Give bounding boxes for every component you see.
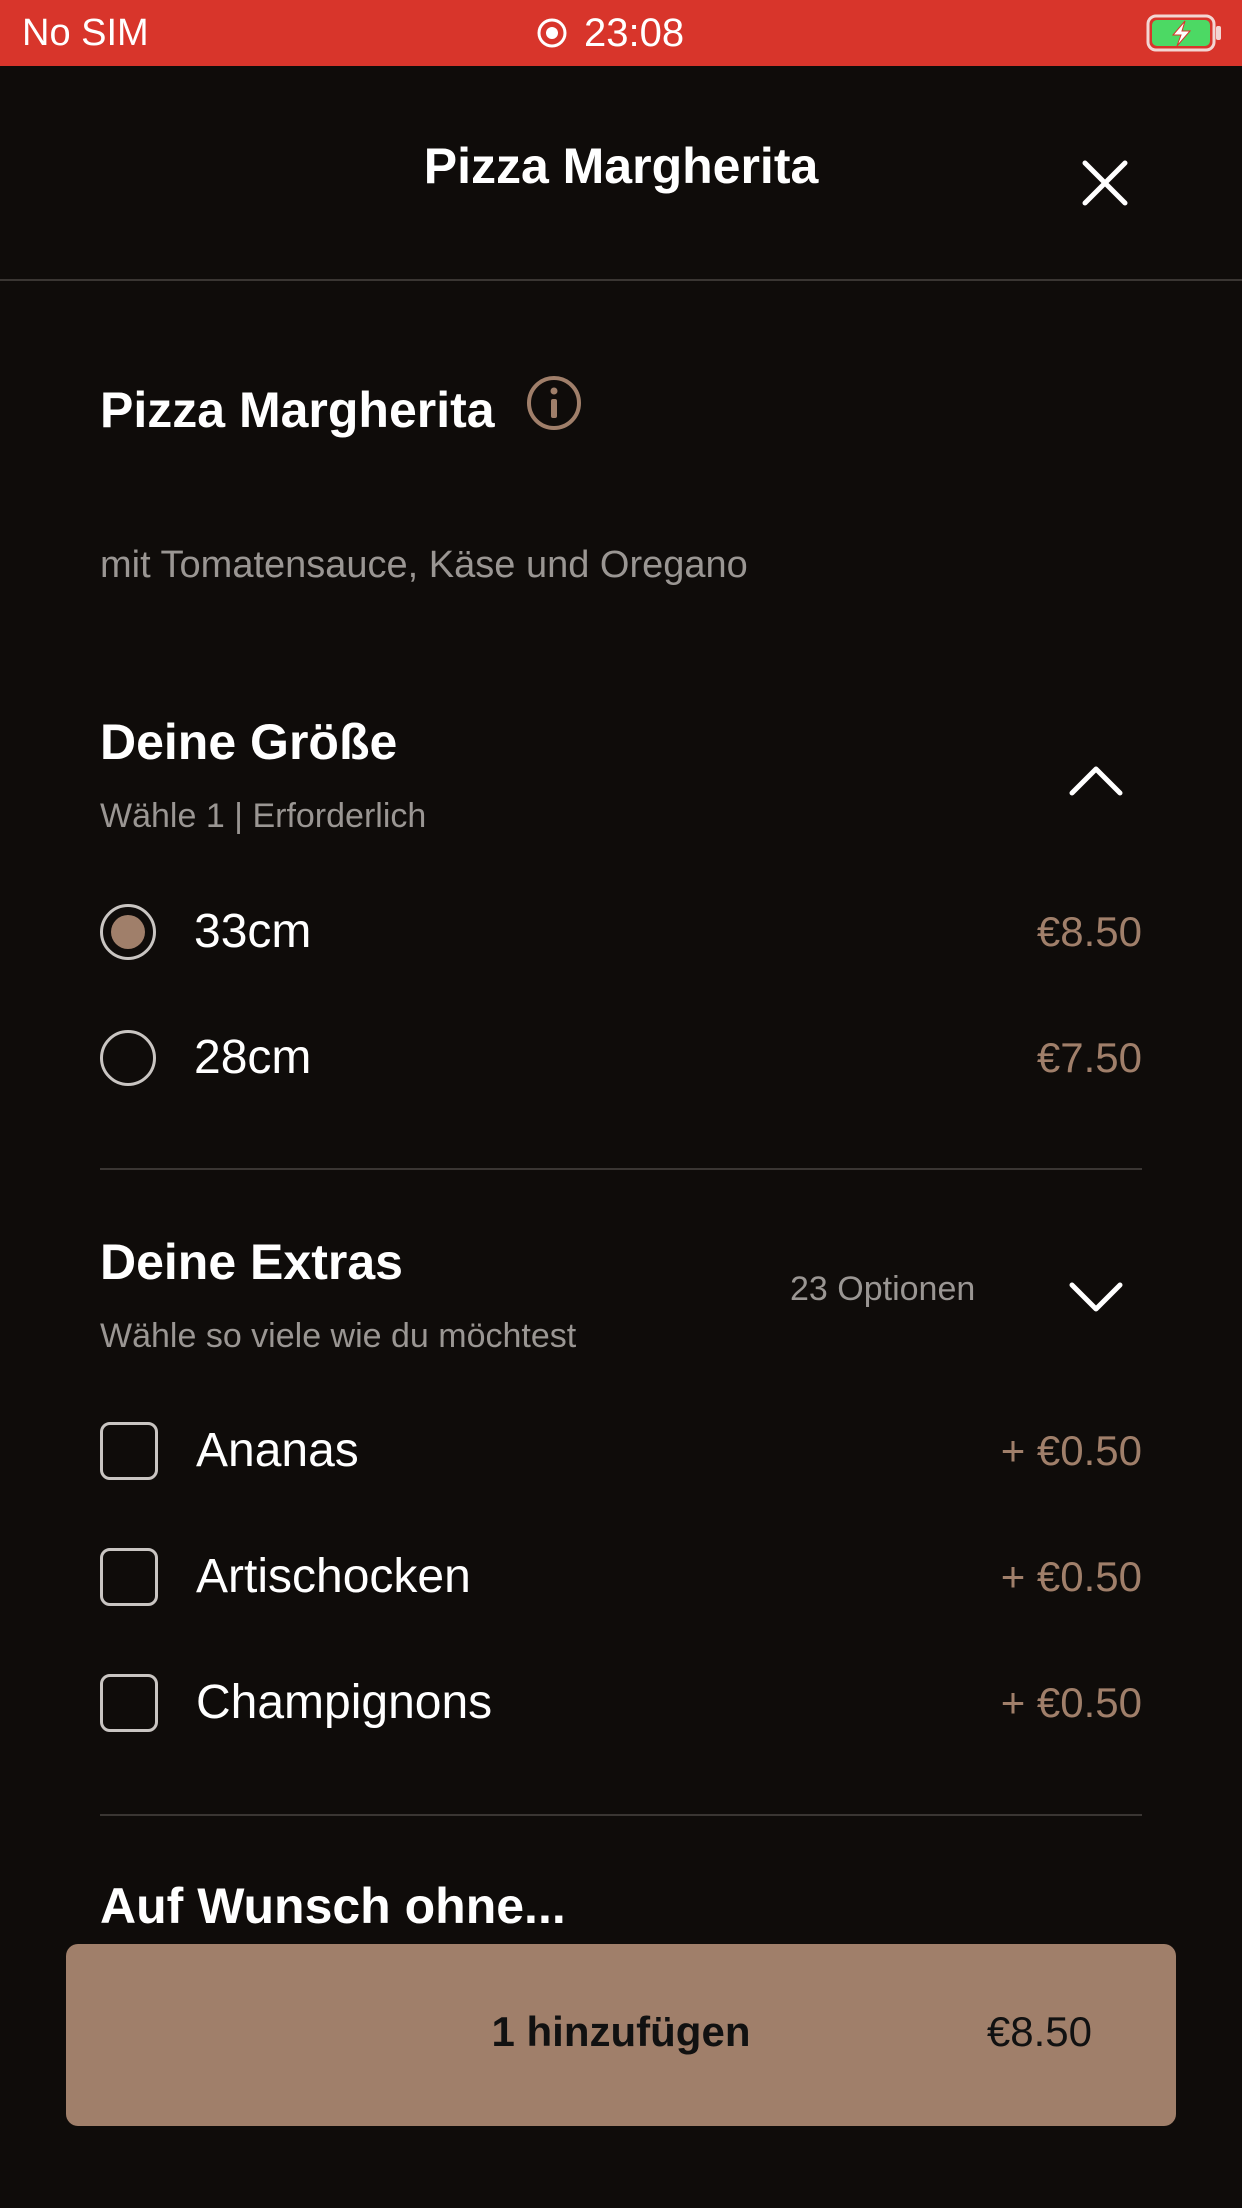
header-title: Pizza Margherita	[423, 138, 819, 194]
option-label: Champignons	[196, 1676, 493, 1729]
without-section-title: Auf Wunsch ohne...	[100, 1878, 566, 1934]
option-label: 33cm	[194, 905, 312, 958]
size-section-toggle[interactable]	[1066, 750, 1126, 810]
checkbox[interactable]	[100, 1674, 158, 1732]
option-price: + €0.50	[1000, 1553, 1142, 1600]
section-divider	[100, 1814, 1142, 1816]
battery-charging-icon	[1146, 13, 1222, 53]
carrier-label: No SIM	[22, 12, 149, 54]
extras-options-count: 23 Optionen	[790, 1270, 976, 1308]
status-time: 23:08	[584, 11, 685, 55]
extras-section-subtitle: Wähle so viele wie du möchtest	[100, 1317, 577, 1355]
status-center: 23:08	[536, 10, 684, 56]
option-price: €8.50	[1036, 908, 1142, 955]
section-divider	[100, 1168, 1142, 1170]
checkbox[interactable]	[100, 1548, 158, 1606]
extras-section-title: Deine Extras	[100, 1234, 403, 1290]
recording-icon	[536, 17, 568, 49]
size-option-28cm[interactable]: 28cm €7.50	[100, 1018, 1142, 1098]
chevron-up-icon	[1069, 766, 1123, 796]
add-to-cart-button[interactable]: 1 hinzufügen €8.50	[66, 1944, 1176, 2126]
close-button[interactable]	[1070, 148, 1140, 218]
modal-header: Pizza Margherita	[0, 66, 1242, 281]
extra-option-artischocken[interactable]: Artischocken + €0.50	[100, 1537, 1142, 1617]
radio-dot	[111, 915, 145, 949]
extra-option-champignons[interactable]: Champignons + €0.50	[100, 1663, 1142, 1743]
extras-section-toggle[interactable]	[1066, 1268, 1126, 1328]
option-price: + €0.50	[1000, 1679, 1142, 1726]
size-section-title: Deine Größe	[100, 714, 398, 770]
status-bar: No SIM 23:08	[0, 0, 1242, 66]
checkbox[interactable]	[100, 1422, 158, 1480]
extra-option-ananas[interactable]: Ananas + €0.50	[100, 1411, 1142, 1491]
add-button-price: €8.50	[986, 2008, 1092, 2055]
option-price: €7.50	[1036, 1034, 1142, 1081]
option-price: + €0.50	[1000, 1427, 1142, 1474]
item-title-row: Pizza Margherita	[100, 376, 583, 440]
item-name: Pizza Margherita	[100, 382, 495, 438]
option-label: 28cm	[194, 1031, 312, 1084]
radio-button[interactable]	[100, 1030, 156, 1086]
size-option-33cm[interactable]: 33cm €8.50	[100, 892, 1142, 972]
size-section-subtitle: Wähle 1 | Erforderlich	[100, 797, 427, 835]
close-icon	[1082, 160, 1128, 206]
info-icon[interactable]	[525, 374, 583, 432]
option-label: Artischocken	[196, 1550, 471, 1603]
chevron-down-icon	[1069, 1282, 1123, 1312]
item-description: mit Tomatensauce, Käse und Oregano	[100, 544, 748, 586]
radio-button-selected[interactable]	[100, 904, 156, 960]
option-label: Ananas	[196, 1424, 359, 1477]
